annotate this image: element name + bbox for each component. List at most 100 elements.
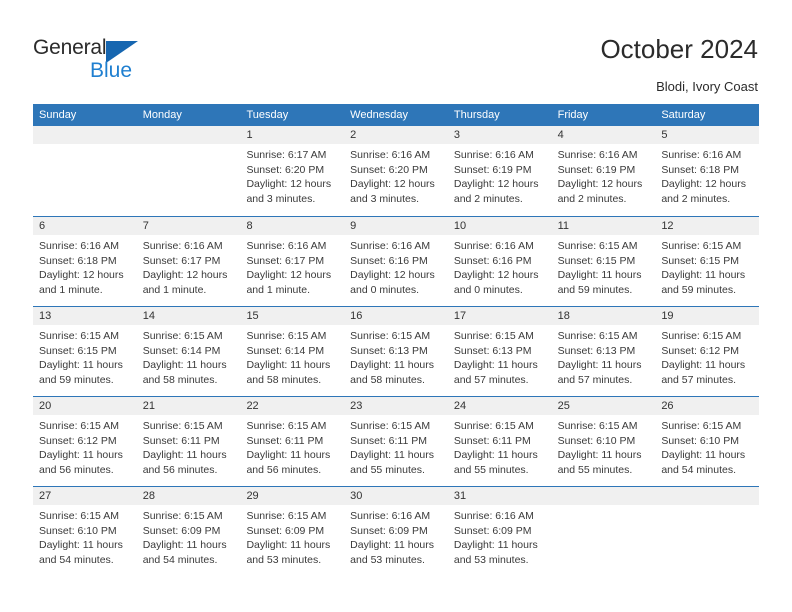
day-cell[interactable]: 13 Sunrise: 6:15 AM Sunset: 6:15 PM Dayl… xyxy=(33,307,137,396)
day-cell[interactable]: 18 Sunrise: 6:15 AM Sunset: 6:13 PM Dayl… xyxy=(551,307,656,396)
day-cell[interactable] xyxy=(33,126,137,216)
daylight-text: Daylight: 11 hours and 58 minutes. xyxy=(350,359,435,386)
sunset-text: Sunset: 6:15 PM xyxy=(557,254,636,267)
day-cell[interactable] xyxy=(136,126,241,216)
day-cell[interactable]: 19 Sunrise: 6:15 AM Sunset: 6:12 PM Dayl… xyxy=(655,307,760,396)
day-details xyxy=(552,505,656,509)
day-details: Sunrise: 6:15 AM Sunset: 6:15 PM Dayligh… xyxy=(33,325,137,387)
day-details: Sunrise: 6:17 AM Sunset: 6:20 PM Dayligh… xyxy=(240,144,344,206)
day-cell[interactable]: 4 Sunrise: 6:16 AM Sunset: 6:19 PM Dayli… xyxy=(551,126,656,216)
sunset-text: Sunset: 6:18 PM xyxy=(661,163,739,176)
day-cell[interactable] xyxy=(551,487,656,576)
day-cell[interactable]: 29 Sunrise: 6:15 AM Sunset: 6:09 PM Dayl… xyxy=(240,487,345,576)
sunset-text: Sunset: 6:10 PM xyxy=(557,434,636,447)
day-number: 22 xyxy=(240,397,345,415)
day-cell[interactable]: 28 Sunrise: 6:15 AM Sunset: 6:09 PM Dayl… xyxy=(136,487,241,576)
sunset-text: Sunset: 6:19 PM xyxy=(557,163,636,176)
day-number: 17 xyxy=(447,307,552,325)
week-row: 6 Sunrise: 6:16 AM Sunset: 6:18 PM Dayli… xyxy=(33,216,760,306)
sunrise-text: Sunrise: 6:16 AM xyxy=(39,240,119,252)
day-details xyxy=(137,144,241,148)
day-cell[interactable]: 8 Sunrise: 6:16 AM Sunset: 6:17 PM Dayli… xyxy=(240,217,345,306)
weekday-header-tuesday: Tuesday xyxy=(246,109,289,121)
day-number: 27 xyxy=(33,487,137,505)
day-details: Sunrise: 6:15 AM Sunset: 6:14 PM Dayligh… xyxy=(240,325,344,387)
location-subtitle: Blodi, Ivory Coast xyxy=(656,79,758,94)
daylight-text: Daylight: 11 hours and 59 minutes. xyxy=(39,359,123,386)
day-cell[interactable]: 5 Sunrise: 6:16 AM Sunset: 6:18 PM Dayli… xyxy=(655,126,760,216)
day-details: Sunrise: 6:15 AM Sunset: 6:15 PM Dayligh… xyxy=(552,235,656,297)
day-cell[interactable]: 15 Sunrise: 6:15 AM Sunset: 6:14 PM Dayl… xyxy=(240,307,345,396)
day-number: 14 xyxy=(136,307,241,325)
daylight-text: Daylight: 11 hours and 56 minutes. xyxy=(39,449,123,476)
day-number: 3 xyxy=(447,126,552,144)
sunset-text: Sunset: 6:09 PM xyxy=(453,524,532,537)
day-cell[interactable]: 27 Sunrise: 6:15 AM Sunset: 6:10 PM Dayl… xyxy=(33,487,137,576)
general-blue-logo[interactable]: General Blue xyxy=(33,36,153,86)
sunset-text: Sunset: 6:13 PM xyxy=(350,344,428,357)
sunset-text: Sunset: 6:16 PM xyxy=(453,254,532,267)
sunrise-text: Sunrise: 6:15 AM xyxy=(453,330,534,342)
sunset-text: Sunset: 6:12 PM xyxy=(39,434,117,447)
day-cell[interactable]: 11 Sunrise: 6:15 AM Sunset: 6:15 PM Dayl… xyxy=(551,217,656,306)
sunset-text: Sunset: 6:18 PM xyxy=(39,254,117,267)
daylight-text: Daylight: 11 hours and 55 minutes. xyxy=(557,449,642,476)
sunrise-text: Sunrise: 6:15 AM xyxy=(557,240,638,252)
daylight-text: Daylight: 11 hours and 54 minutes. xyxy=(39,539,123,566)
day-cell[interactable]: 24 Sunrise: 6:15 AM Sunset: 6:11 PM Dayl… xyxy=(447,397,552,486)
day-details: Sunrise: 6:15 AM Sunset: 6:09 PM Dayligh… xyxy=(137,505,241,567)
daylight-text: Daylight: 11 hours and 53 minutes. xyxy=(350,539,435,566)
weekday-header-row: Sunday Monday Tuesday Wednesday Thursday… xyxy=(33,104,759,126)
day-cell[interactable]: 30 Sunrise: 6:16 AM Sunset: 6:09 PM Dayl… xyxy=(344,487,448,576)
day-details: Sunrise: 6:15 AM Sunset: 6:10 PM Dayligh… xyxy=(33,505,137,567)
day-cell[interactable]: 3 Sunrise: 6:16 AM Sunset: 6:19 PM Dayli… xyxy=(447,126,552,216)
day-cell[interactable]: 26 Sunrise: 6:15 AM Sunset: 6:10 PM Dayl… xyxy=(655,397,760,486)
day-cell[interactable]: 21 Sunrise: 6:15 AM Sunset: 6:11 PM Dayl… xyxy=(136,397,241,486)
day-details: Sunrise: 6:15 AM Sunset: 6:10 PM Dayligh… xyxy=(552,415,656,477)
daylight-text: Daylight: 11 hours and 58 minutes. xyxy=(246,359,331,386)
day-details: Sunrise: 6:15 AM Sunset: 6:09 PM Dayligh… xyxy=(240,505,344,567)
day-number: 23 xyxy=(344,397,448,415)
day-cell[interactable]: 9 Sunrise: 6:16 AM Sunset: 6:16 PM Dayli… xyxy=(344,217,448,306)
daylight-text: Daylight: 11 hours and 56 minutes. xyxy=(246,449,331,476)
day-cell[interactable]: 14 Sunrise: 6:15 AM Sunset: 6:14 PM Dayl… xyxy=(136,307,241,396)
sunset-text: Sunset: 6:17 PM xyxy=(246,254,325,267)
day-cell[interactable]: 25 Sunrise: 6:15 AM Sunset: 6:10 PM Dayl… xyxy=(551,397,656,486)
daylight-text: Daylight: 11 hours and 55 minutes. xyxy=(350,449,435,476)
day-details: Sunrise: 6:16 AM Sunset: 6:09 PM Dayligh… xyxy=(344,505,448,567)
sunset-text: Sunset: 6:11 PM xyxy=(246,434,324,447)
day-cell[interactable]: 23 Sunrise: 6:15 AM Sunset: 6:11 PM Dayl… xyxy=(344,397,448,486)
day-cell[interactable]: 16 Sunrise: 6:15 AM Sunset: 6:13 PM Dayl… xyxy=(344,307,448,396)
day-number: 19 xyxy=(655,307,760,325)
weekday-header-sunday: Sunday xyxy=(39,109,77,121)
day-cell[interactable] xyxy=(655,487,760,576)
day-number: 6 xyxy=(33,217,137,235)
sunrise-text: Sunrise: 6:16 AM xyxy=(453,149,534,161)
daylight-text: Daylight: 12 hours and 0 minutes. xyxy=(350,269,435,296)
day-number: 11 xyxy=(551,217,656,235)
sunset-text: Sunset: 6:12 PM xyxy=(661,344,739,357)
day-number: 29 xyxy=(240,487,345,505)
day-cell[interactable]: 31 Sunrise: 6:16 AM Sunset: 6:09 PM Dayl… xyxy=(447,487,552,576)
day-cell[interactable]: 7 Sunrise: 6:16 AM Sunset: 6:17 PM Dayli… xyxy=(136,217,241,306)
day-cell[interactable]: 22 Sunrise: 6:15 AM Sunset: 6:11 PM Dayl… xyxy=(240,397,345,486)
sunset-text: Sunset: 6:11 PM xyxy=(142,434,220,447)
day-cell[interactable]: 12 Sunrise: 6:15 AM Sunset: 6:15 PM Dayl… xyxy=(655,217,760,306)
day-cell[interactable]: 10 Sunrise: 6:16 AM Sunset: 6:16 PM Dayl… xyxy=(447,217,552,306)
day-number: 24 xyxy=(447,397,552,415)
day-cell[interactable]: 6 Sunrise: 6:16 AM Sunset: 6:18 PM Dayli… xyxy=(33,217,137,306)
sunrise-text: Sunrise: 6:17 AM xyxy=(246,149,327,161)
day-cell[interactable]: 2 Sunrise: 6:16 AM Sunset: 6:20 PM Dayli… xyxy=(344,126,448,216)
weekday-header-friday: Friday xyxy=(557,109,589,121)
day-cell[interactable]: 17 Sunrise: 6:15 AM Sunset: 6:13 PM Dayl… xyxy=(447,307,552,396)
day-cell[interactable]: 20 Sunrise: 6:15 AM Sunset: 6:12 PM Dayl… xyxy=(33,397,137,486)
sunset-text: Sunset: 6:09 PM xyxy=(350,524,428,537)
daylight-text: Daylight: 11 hours and 53 minutes. xyxy=(246,539,331,566)
calendar-page: General Blue October 2024 Blodi, Ivory C… xyxy=(0,0,792,612)
sunrise-text: Sunrise: 6:15 AM xyxy=(350,330,431,342)
day-cell[interactable]: 1 Sunrise: 6:17 AM Sunset: 6:20 PM Dayli… xyxy=(240,126,345,216)
day-details: Sunrise: 6:16 AM Sunset: 6:16 PM Dayligh… xyxy=(344,235,448,297)
day-number: 26 xyxy=(655,397,760,415)
sunrise-text: Sunrise: 6:15 AM xyxy=(142,420,223,432)
weekday-header-wednesday: Wednesday xyxy=(350,109,409,121)
